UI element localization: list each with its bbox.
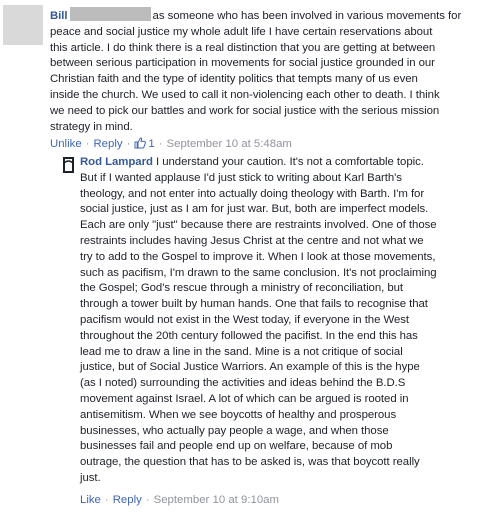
timestamp[interactable]: September 10 at 5:48am xyxy=(167,138,292,150)
separator-dot: · xyxy=(104,494,109,506)
comment-line: between serious participation in movemen… xyxy=(50,57,435,70)
comment-line: Rod Lampard I understand your caution. I… xyxy=(80,155,490,171)
comment-line: (as I noted) surrounding the activities … xyxy=(80,377,406,390)
comment-line: pacifism would not exist in the West tod… xyxy=(80,313,410,326)
avatar[interactable] xyxy=(62,156,75,174)
comment-line: through a tower built by human hands. On… xyxy=(80,298,428,311)
comment-line: such as pacifism, I'm drawn to the same … xyxy=(80,266,437,279)
comment-line: this article. I do think there is a real… xyxy=(50,41,436,54)
comment-line: strategy in mind. xyxy=(50,120,133,133)
reply-link[interactable]: Reply xyxy=(113,494,142,506)
comment-line: the Gospel; God's rescue through a minis… xyxy=(80,282,404,295)
comment-line: Bill as someone who has been involved in … xyxy=(50,7,490,25)
comment-line: But if I wanted applause I'd just stick … xyxy=(80,171,402,184)
comment-line: antisemitism. When we see boycotts of he… xyxy=(80,408,397,421)
like-count-number[interactable]: 1 xyxy=(148,138,154,150)
comment-line-text: I understand your caution. It's not a co… xyxy=(156,156,424,168)
separator-dot: · xyxy=(158,138,163,150)
comment-line-text: as someone who has been involved in vari… xyxy=(152,10,462,22)
comment-line: try to add to the Gospel to improve it. … xyxy=(80,250,436,263)
comment-author-link[interactable]: Bill xyxy=(50,10,68,22)
comment-author-link[interactable]: Rod Lampard xyxy=(80,156,153,168)
comment-line: theology, and not enter into actually do… xyxy=(80,187,425,200)
comment-actions-1: Unlike · Reply · 1 · September 10 at 5:48am xyxy=(50,137,292,152)
comment-line: businesses, who actually pay people a wa… xyxy=(80,424,389,437)
separator-dot: · xyxy=(85,138,90,150)
comment-line: businesses fail and people end up on wel… xyxy=(80,440,393,453)
unlike-link[interactable]: Unlike xyxy=(50,138,82,150)
comment-line: lead me to draw a line in the sand. Mine… xyxy=(80,345,403,358)
separator-dot: · xyxy=(126,138,131,150)
like-link[interactable]: Like xyxy=(80,494,101,506)
default-avatar-icon xyxy=(62,156,75,174)
avatar[interactable] xyxy=(3,5,43,45)
comment-line: restraints includes having Jesus Christ … xyxy=(80,234,424,247)
comment-line: peace and social justice my whole adult … xyxy=(50,25,433,38)
timestamp[interactable]: September 10 at 9:10am xyxy=(154,494,279,506)
comment-line: throughout the 20th century followed the… xyxy=(80,329,418,342)
comment-line: Christian faith and the type of identity… xyxy=(50,73,418,86)
comment-line: outrage, the question that has to be ask… xyxy=(80,456,420,469)
comment-line: just. xyxy=(80,471,101,484)
comment-line: Each are only "just" because there are r… xyxy=(80,219,437,232)
comment-line: we need to pick our battles and work for… xyxy=(50,104,440,117)
comment-body-1: Bill as someone who has been involved in … xyxy=(50,7,490,135)
comment-line: justice, but of Social Justice Warriors.… xyxy=(80,361,420,374)
comment-actions-2: Like · Reply · September 10 at 9:10am xyxy=(80,493,279,508)
comment-body-2: Rod Lampard I understand your caution. I… xyxy=(80,155,490,487)
like-count[interactable]: 1 xyxy=(134,137,155,150)
comment-line: inside the church. We used to call it no… xyxy=(50,88,440,101)
comment-line: movement against Israel. A lot of which … xyxy=(80,392,409,405)
comment-line: social justice, just as I am for just wa… xyxy=(80,203,429,216)
separator-dot: · xyxy=(145,494,150,506)
thumbs-up-icon xyxy=(134,137,147,149)
reply-link[interactable]: Reply xyxy=(93,138,122,150)
redacted-author-surname xyxy=(69,7,151,21)
